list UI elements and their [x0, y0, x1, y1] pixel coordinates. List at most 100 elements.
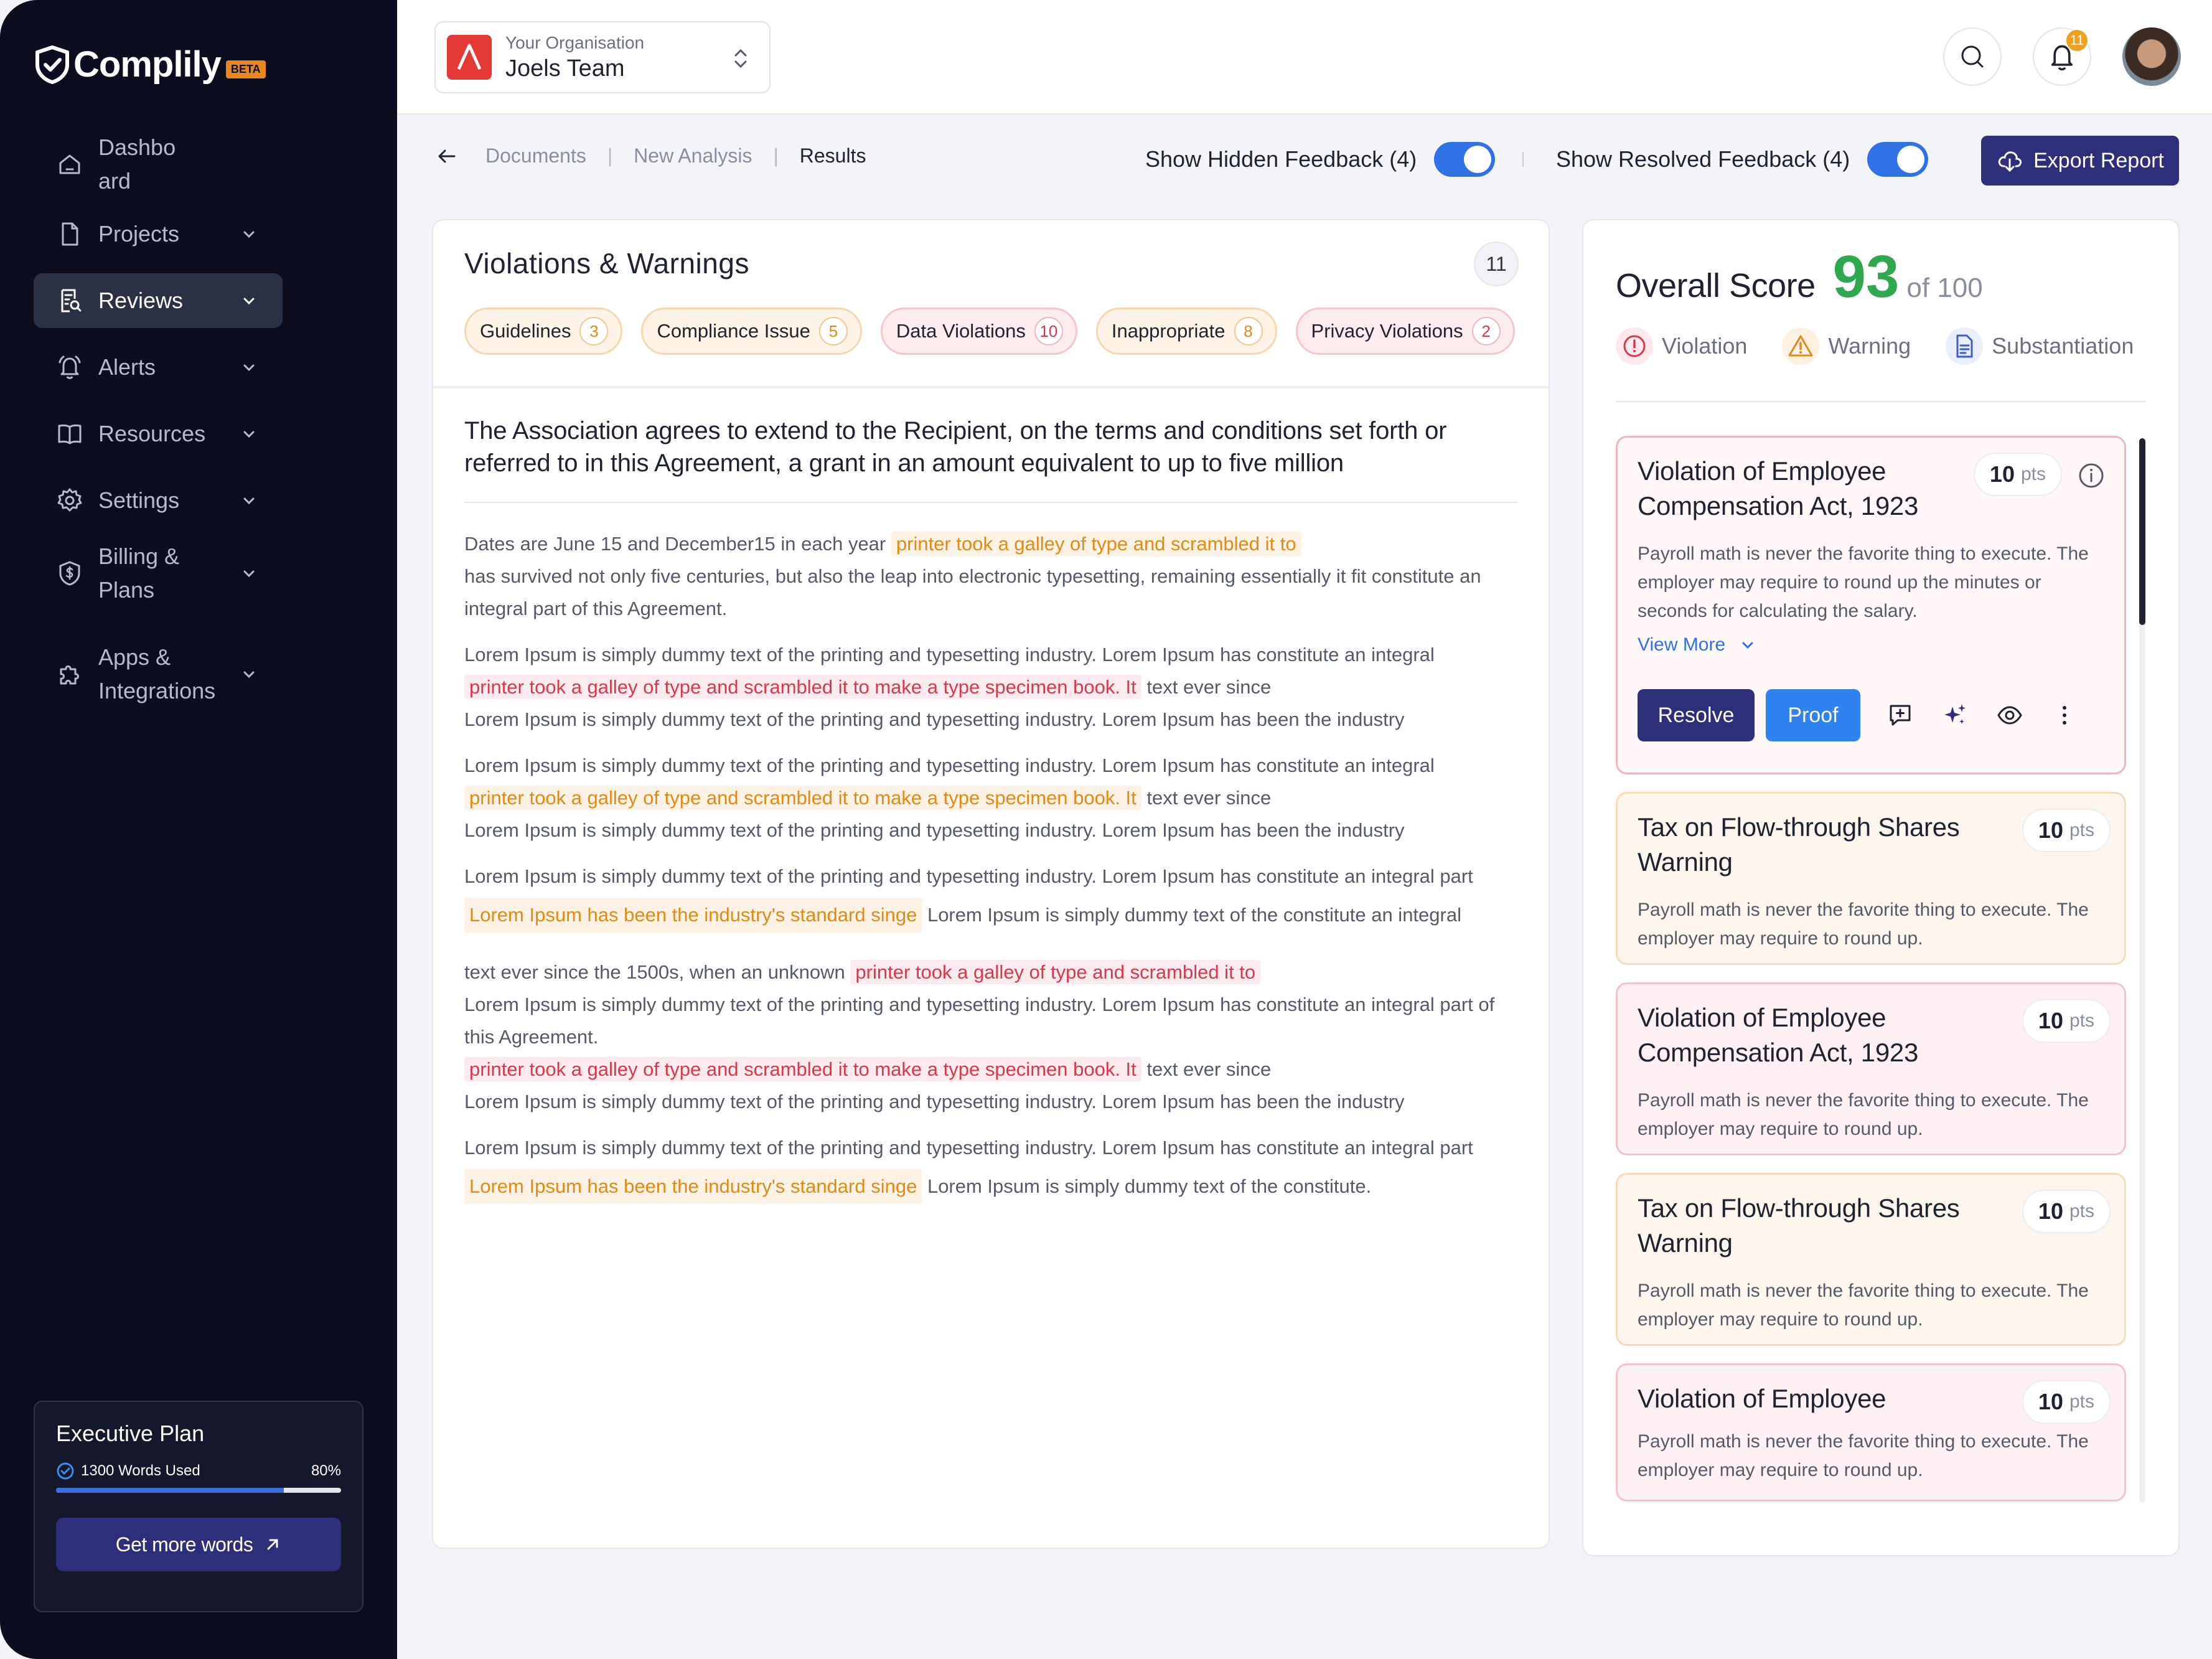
chip-count: 3	[579, 317, 609, 345]
paragraph-text: Lorem Ipsum is simply dummy text of the …	[464, 994, 1495, 1048]
paragraph-text: Lorem Ipsum is simply dummy text of the …	[464, 644, 1435, 665]
breadcrumb-documents[interactable]: Documents	[485, 144, 586, 167]
resolve-button[interactable]: Resolve	[1638, 689, 1755, 741]
topbar: Your Organisation Joels Team 11	[397, 0, 2212, 115]
show-resolved-feedback-toggle[interactable]	[1867, 142, 1929, 177]
plan-card: Executive Plan 1300 Words Used 80% Get m…	[34, 1401, 363, 1612]
paragraph-text: Lorem Ipsum is simply dummy text of the …	[927, 904, 1461, 926]
export-report-label: Export Report	[2033, 148, 2164, 172]
chevron-down-icon	[243, 570, 255, 578]
highlight-violation[interactable]: printer took a galley of type and scramb…	[464, 675, 1141, 699]
highlight-warning[interactable]: printer took a galley of type and scramb…	[464, 786, 1141, 810]
sidebar-item-settings[interactable]: Settings	[34, 473, 283, 528]
card-title: Tax on Flow-through Shares Warning	[1638, 812, 1960, 876]
document-paragraph: Lorem Ipsum is simply dummy text of the …	[464, 639, 1517, 736]
legend-label: Substantiation	[1992, 333, 2134, 359]
chip-data-violations[interactable]: Data Violations 10	[880, 308, 1077, 355]
home-icon	[59, 154, 80, 174]
score-legend: Violation Warning Substantiation	[1616, 327, 2134, 365]
sidebar-item-reviews[interactable]: Reviews	[34, 273, 283, 328]
document-panel: Violations & Warnings 11 Guidelines 3 Com…	[432, 219, 1550, 1549]
chevron-down-icon	[243, 671, 255, 679]
highlight-violation[interactable]: printer took a galley of type and scramb…	[850, 960, 1261, 984]
feedback-card-warning[interactable]: Tax on Flow-through Shares Warning 10 pts…	[1616, 1173, 2126, 1346]
sidebar-item-resources[interactable]: Resources	[34, 407, 283, 461]
chip-label: Compliance Issue	[657, 320, 810, 342]
breadcrumb-separator: |	[607, 144, 613, 167]
document-paragraph: Dates are June 15 and December15 in each…	[464, 528, 1517, 625]
sidebar-item-billing[interactable]: Billing & Plans	[34, 540, 283, 607]
legend-violation[interactable]: Violation	[1616, 327, 1747, 365]
arrow-left-icon[interactable]	[436, 145, 458, 167]
card-actions: Resolve Proof	[1638, 689, 2104, 741]
sidebar-item-dashboard[interactable]: Dashbo ard	[34, 131, 283, 198]
view-more-link[interactable]: View More	[1638, 634, 2104, 656]
beta-badge: BETA	[225, 60, 266, 78]
chip-guidelines[interactable]: Guidelines 3	[464, 308, 623, 355]
review-icon	[61, 289, 82, 313]
feedback-scrollbar[interactable]	[2139, 438, 2145, 1503]
highlight-violation[interactable]: printer took a galley of type and scramb…	[464, 1057, 1141, 1081]
chevron-down-icon	[243, 431, 255, 438]
card-description: Payroll math is never the favorite thing…	[1638, 1281, 2089, 1330]
sidebar-item-label: Reviews	[98, 288, 184, 313]
card-description: Payroll math is never the favorite thing…	[1638, 1431, 2089, 1480]
search-button[interactable]	[1943, 27, 2002, 86]
eye-icon[interactable]	[1995, 700, 2025, 730]
notifications-button[interactable]: 11	[2033, 27, 2091, 86]
points-value: 10	[2038, 817, 2063, 843]
sidebar: Complily BETA Dashbo ard Projects Review…	[0, 0, 397, 1659]
info-icon[interactable]	[2077, 461, 2106, 490]
card-points: 10 pts	[2022, 999, 2111, 1043]
sidebar-item-alerts[interactable]: Alerts	[34, 340, 283, 395]
usage-progress-bar	[56, 1488, 341, 1493]
comment-add-icon[interactable]	[1885, 700, 1915, 730]
shield-dollar-icon	[59, 561, 80, 586]
export-report-button[interactable]: Export Report	[1981, 136, 2179, 186]
chevron-down-icon	[243, 364, 255, 372]
get-more-words-button[interactable]: Get more words	[56, 1518, 341, 1571]
more-vertical-icon[interactable]	[2050, 700, 2079, 730]
chip-compliance-issue[interactable]: Compliance Issue 5	[641, 308, 862, 355]
paragraph-text: text ever since	[1146, 787, 1272, 809]
chip-privacy-violations[interactable]: Privacy Violations 2	[1295, 308, 1515, 355]
document-paragraph: text ever since the 1500s, when an unkno…	[464, 956, 1517, 1118]
proof-button[interactable]: Proof	[1766, 689, 1860, 741]
highlight-warning[interactable]: Lorem Ipsum has been the industry's stan…	[464, 1169, 922, 1204]
brand-name: Complily	[73, 44, 222, 85]
sidebar-item-projects[interactable]: Projects	[34, 207, 283, 261]
legend-warning[interactable]: Warning	[1782, 327, 1911, 365]
chevron-down-icon	[243, 497, 255, 505]
chip-label: Privacy Violations	[1311, 320, 1463, 342]
feedback-card-warning[interactable]: Tax on Flow-through Shares Warning 10 pts…	[1616, 792, 2126, 965]
brand-logo[interactable]: Complily BETA	[34, 44, 266, 85]
organisation-switcher[interactable]: Your Organisation Joels Team	[434, 21, 771, 93]
scrollbar-thumb[interactable]	[2139, 438, 2145, 625]
organisation-logo	[447, 35, 492, 80]
chip-label: Data Violations	[896, 320, 1026, 342]
highlight-warning[interactable]: Lorem Ipsum has been the industry's stan…	[464, 898, 922, 933]
points-unit: pts	[2069, 1391, 2094, 1412]
card-title: Violation of Employee Compensation Act, …	[1638, 1003, 1919, 1067]
shield-check-icon	[35, 45, 69, 84]
sparkles-icon[interactable]	[1940, 700, 1970, 730]
points-unit: pts	[2069, 1010, 2094, 1031]
org-caption: Your Organisation	[505, 32, 645, 52]
paragraph-text: Dates are June 15 and December15 in each…	[464, 533, 886, 555]
chevron-up-down-icon	[734, 49, 747, 68]
chip-inappropriate[interactable]: Inappropriate 8	[1095, 308, 1277, 355]
breadcrumb-new-analysis[interactable]: New Analysis	[634, 144, 752, 167]
highlight-warning[interactable]: printer took a galley of type and scramb…	[891, 532, 1301, 556]
card-title: Violation of Employee	[1638, 1384, 1886, 1413]
chevron-down-icon	[243, 298, 255, 305]
search-icon	[1961, 45, 1984, 68]
sidebar-item-apps[interactable]: Apps & Integrations	[34, 641, 283, 708]
feedback-card-violation[interactable]: Violation of Employee 10 pts Payroll math…	[1616, 1363, 2126, 1502]
caret-logo-icon	[457, 44, 482, 70]
feedback-card-violation[interactable]: Violation of Employee Compensation Act, …	[1616, 436, 2126, 774]
legend-substantiation[interactable]: Substantiation	[1946, 327, 2134, 365]
document-lead: The Association agrees to extend to the …	[464, 415, 1517, 503]
feedback-card-violation[interactable]: Violation of Employee Compensation Act, …	[1616, 982, 2126, 1155]
avatar[interactable]	[2122, 27, 2181, 86]
show-hidden-feedback-toggle[interactable]	[1434, 142, 1496, 177]
